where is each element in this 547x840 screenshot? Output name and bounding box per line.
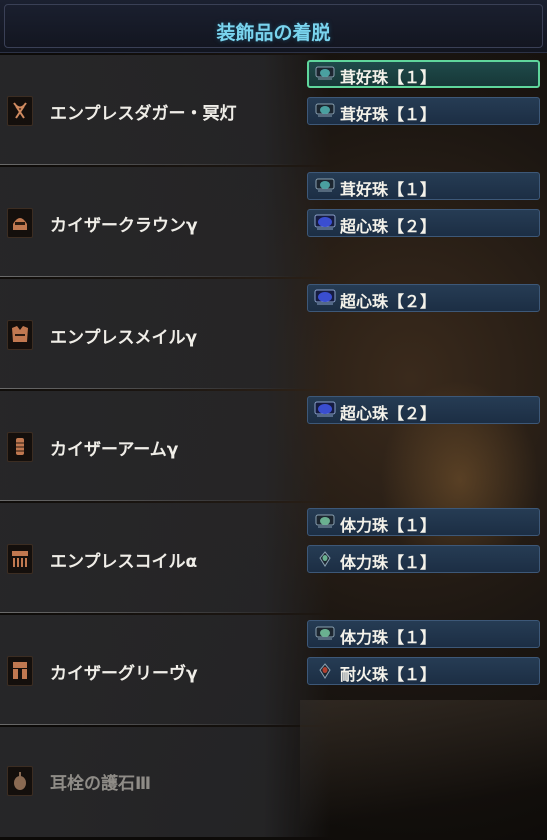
equipment-slot-charm[interactable]: 耳栓の護石Ⅲ (0, 727, 547, 837)
decoration-label: 超心珠【２】 (340, 292, 437, 311)
charm-icon (7, 766, 33, 796)
gem-small-icon (315, 103, 335, 117)
slot-divider (0, 724, 300, 725)
gem-small-icon (315, 514, 335, 528)
decoration-label: 超心珠【２】 (340, 217, 437, 236)
equipment-slot-waist[interactable]: エンプレスコイルα 体力珠【１】 体力珠【１】 (0, 503, 547, 613)
page-title: 装飾品の着脱 (216, 22, 331, 44)
equipment-slot-chest[interactable]: エンプレスメイルγ 超心珠【２】 (0, 279, 547, 389)
decoration-label: 体力珠【１】 (340, 516, 437, 535)
decoration-label: 耐火珠【１】 (340, 665, 437, 684)
gem-medium-icon (314, 401, 336, 417)
equipment-slot-legs[interactable]: カイザーグリーヴγ 体力珠【１】 耐火珠【１】 (0, 615, 547, 725)
decoration-slot[interactable]: 体力珠【１】 (307, 620, 540, 648)
equipment-slot-weapon[interactable]: エンプレスダガー・冥灯 茸好珠【１】 茸好珠【１】 (0, 55, 547, 165)
header-bar: 装飾品の着脱 (0, 0, 547, 53)
equipment-name: カイザークラウンγ (50, 216, 198, 236)
equipment-name: エンプレスメイルγ (50, 328, 198, 348)
decoration-slot[interactable]: 茸好珠【１】 (307, 60, 540, 88)
gem-small-icon (315, 626, 335, 640)
slot-divider (0, 276, 300, 277)
decoration-label: 体力珠【１】 (340, 628, 437, 647)
slot-divider (0, 164, 300, 165)
decoration-label: 超心珠【２】 (340, 404, 437, 423)
helm-icon (7, 208, 33, 238)
slot-divider (0, 500, 300, 501)
decoration-slot[interactable]: 超心珠【２】 (307, 396, 540, 424)
gem-medium-icon (314, 214, 336, 230)
decoration-label: 茸好珠【１】 (340, 105, 437, 124)
equipment-name: カイザーアームγ (50, 440, 179, 460)
equipment-name: 耳栓の護石Ⅲ (50, 774, 152, 794)
equipment-slot-head[interactable]: カイザークラウンγ 茸好珠【１】 超心珠【２】 (0, 167, 547, 277)
decoration-label: 茸好珠【１】 (340, 180, 437, 199)
gem-small-icon (315, 178, 335, 192)
slot-divider (0, 388, 300, 389)
chest-icon (7, 320, 33, 350)
decoration-slot[interactable]: 耐火珠【１】 (307, 657, 540, 685)
decoration-slot[interactable]: 体力珠【１】 (307, 508, 540, 536)
equipment-name: エンプレスダガー・冥灯 (50, 104, 237, 124)
decoration-slot[interactable]: 超心珠【２】 (307, 284, 540, 312)
gem-tiny-icon (319, 551, 331, 567)
equipment-slot-arms[interactable]: カイザーアームγ 超心珠【２】 (0, 391, 547, 501)
decoration-label: 体力珠【１】 (340, 553, 437, 572)
legs-icon (7, 656, 33, 686)
waist-icon (7, 544, 33, 574)
equipment-name: エンプレスコイルα (50, 552, 198, 572)
equipment-name: カイザーグリーヴγ (50, 664, 198, 684)
weapon-dagger-icon (7, 96, 33, 126)
decoration-slot[interactable]: 超心珠【２】 (307, 209, 540, 237)
decoration-slot[interactable]: 茸好珠【１】 (307, 172, 540, 200)
gem-medium-icon (314, 289, 336, 305)
arm-icon (7, 432, 33, 462)
decoration-slot[interactable]: 体力珠【１】 (307, 545, 540, 573)
gem-tiny-icon (319, 663, 331, 679)
gem-small-icon (315, 66, 335, 80)
decoration-slot[interactable]: 茸好珠【１】 (307, 97, 540, 125)
slot-divider (0, 612, 300, 613)
decoration-label: 茸好珠【１】 (340, 68, 437, 87)
